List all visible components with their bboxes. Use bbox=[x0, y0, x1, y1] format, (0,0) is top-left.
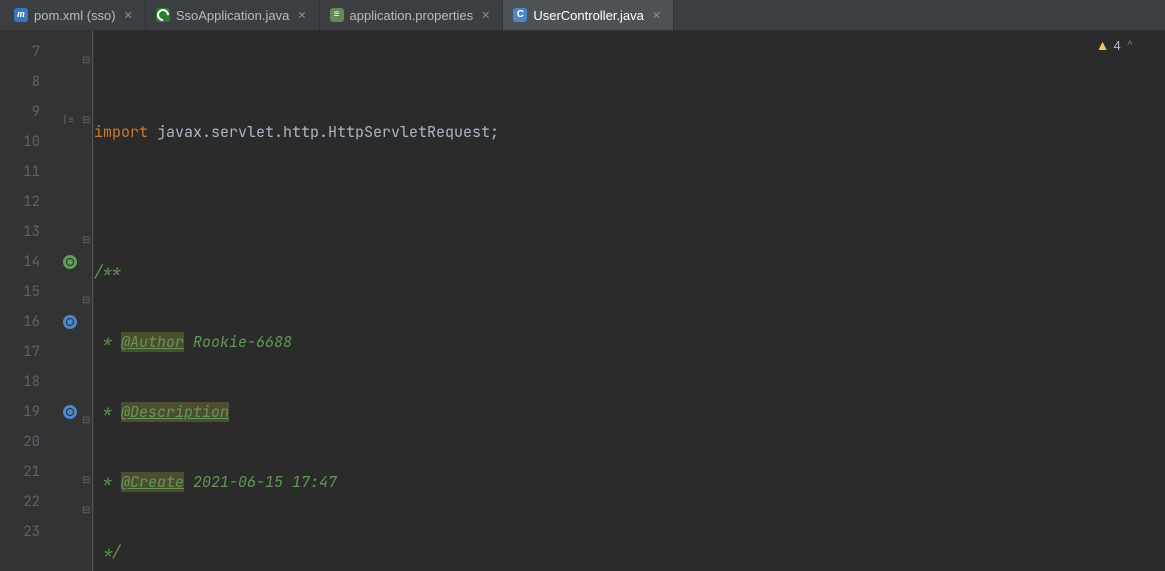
spring-bean-icon[interactable] bbox=[63, 315, 77, 329]
spring-class-icon bbox=[156, 8, 170, 22]
editor: 7 8 9 10 11 12 13 14 15 16 17 18 19 20 2… bbox=[0, 31, 1165, 571]
spring-bean-icon[interactable] bbox=[63, 255, 77, 269]
spring-bean-icon[interactable] bbox=[63, 405, 77, 419]
code-area[interactable]: import javax.servlet.http.HttpServletReq… bbox=[94, 31, 1165, 571]
javadoc: * bbox=[94, 402, 121, 422]
line-number: 23 bbox=[0, 517, 60, 547]
keyword: import bbox=[94, 122, 148, 142]
tab-props[interactable]: ≡ application.properties ✕ bbox=[320, 0, 504, 30]
javadoc: /** bbox=[94, 262, 121, 282]
javadoc: */ bbox=[94, 542, 121, 562]
warning-count: 4 bbox=[1114, 38, 1121, 53]
line-number: 13 bbox=[0, 217, 60, 247]
line-number: 11 bbox=[0, 157, 60, 187]
line-number: 21 bbox=[0, 457, 60, 487]
line-number: 12 bbox=[0, 187, 60, 217]
problems-badge[interactable]: ▲ 4 ^ bbox=[1096, 37, 1135, 53]
tab-label: SsoApplication.java bbox=[176, 8, 289, 23]
javadoc-tag: @Create bbox=[121, 472, 184, 492]
vertical-guide bbox=[92, 31, 93, 571]
gutter-icons: |≡ bbox=[60, 31, 80, 571]
chevron-up-icon[interactable]: ^ bbox=[1125, 40, 1135, 51]
javadoc: Rookie-6688 bbox=[184, 332, 292, 352]
tab-sso[interactable]: SsoApplication.java ✕ bbox=[146, 0, 320, 30]
spring-props-icon: ≡ bbox=[330, 8, 344, 22]
javadoc: 2021-06-15 17:47 bbox=[184, 472, 337, 492]
line-number: 20 bbox=[0, 427, 60, 457]
line-number-gutter: 7 8 9 10 11 12 13 14 15 16 17 18 19 20 2… bbox=[0, 31, 60, 571]
line-number: 7 bbox=[0, 37, 60, 67]
tab-label: application.properties bbox=[350, 8, 474, 23]
line-number: 16 bbox=[0, 307, 60, 337]
line-number: 15 bbox=[0, 277, 60, 307]
code-text: javax.servlet.http.HttpServletRequest; bbox=[148, 122, 499, 142]
line-number: 19 bbox=[0, 397, 60, 427]
close-icon[interactable]: ✕ bbox=[650, 9, 663, 22]
tab-usercontroller[interactable]: C UserController.java ✕ bbox=[503, 0, 674, 30]
tab-label: UserController.java bbox=[533, 8, 644, 23]
tab-bar: m pom.xml (sso) ✕ SsoApplication.java ✕ … bbox=[0, 0, 1165, 31]
tab-pom[interactable]: m pom.xml (sso) ✕ bbox=[4, 0, 146, 30]
javadoc-tag: @Author bbox=[121, 332, 184, 352]
line-number: 18 bbox=[0, 367, 60, 397]
line-number: 10 bbox=[0, 127, 60, 157]
line-number: 9 bbox=[0, 97, 60, 127]
close-icon[interactable]: ✕ bbox=[479, 9, 492, 22]
line-number: 8 bbox=[0, 67, 60, 97]
close-icon[interactable]: ✕ bbox=[122, 9, 135, 22]
line-number: 17 bbox=[0, 337, 60, 367]
line-number: 22 bbox=[0, 487, 60, 517]
maven-icon: m bbox=[14, 8, 28, 22]
javadoc-tag: @Description bbox=[121, 402, 229, 422]
warning-icon: ▲ bbox=[1096, 37, 1110, 53]
java-class-icon: C bbox=[513, 8, 527, 22]
line-number: 14 bbox=[0, 247, 60, 277]
tab-label: pom.xml (sso) bbox=[34, 8, 116, 23]
close-icon[interactable]: ✕ bbox=[295, 9, 308, 22]
javadoc: * bbox=[94, 472, 121, 492]
javadoc: * bbox=[94, 332, 121, 352]
